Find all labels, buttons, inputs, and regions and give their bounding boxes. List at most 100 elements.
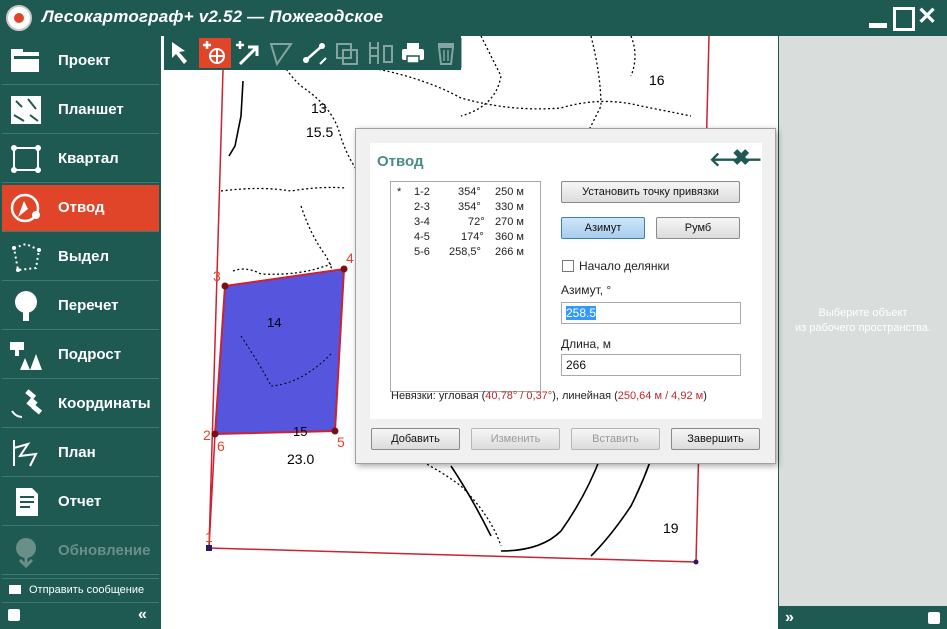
vertex-label: 2 [203, 427, 211, 443]
segment-length: 266 м [495, 246, 524, 258]
map-label: 15 [293, 424, 308, 439]
dialog-close-icon[interactable]: ✖ [732, 145, 750, 171]
closure-errors: Невязки: угловая (40,78° / 0,37°), линей… [391, 390, 707, 402]
list-item[interactable]: 5-6 258,5° 266 м [391, 246, 540, 260]
map-label: 13 [311, 100, 327, 116]
add-point-icon [203, 41, 225, 64]
copy-tool-button[interactable] [331, 38, 363, 68]
segment-azimuth: 354° [458, 201, 481, 213]
right-panel-footer: » [779, 606, 947, 629]
map-label: 15.5 [306, 124, 334, 140]
vertex-label: 3 [213, 268, 221, 284]
sidebar-item-undergrowth[interactable]: Подрост [2, 332, 159, 379]
app-window: Лесокартограф+ v2.52 — Пожегодское ✕ Про… [0, 0, 947, 629]
segment-length: 270 м [495, 216, 524, 228]
map-label: 23.0 [287, 451, 315, 467]
azimuth-input[interactable]: 258.5 [561, 302, 741, 324]
tree-icon [15, 291, 37, 321]
sidebar-item-label: Перечет [58, 297, 119, 314]
add-point-tool-button[interactable] [199, 38, 231, 68]
print-tool-button[interactable] [397, 38, 429, 68]
segment-id: 2-3 [414, 201, 430, 213]
dialog-title: Отвод [377, 153, 424, 170]
set-anchor-point-button[interactable]: Установить точку привязки [561, 181, 740, 203]
list-item[interactable]: 2-3 354° 330 м [391, 201, 540, 215]
maximize-button[interactable] [891, 5, 915, 31]
select-tool-button[interactable] [166, 38, 198, 68]
minimize-button[interactable] [866, 5, 890, 31]
app-logo-icon [6, 5, 32, 31]
sidebar-item-report[interactable]: Отчет [2, 479, 159, 526]
closure-text: ) [703, 390, 707, 402]
close-window-button[interactable]: ✕ [915, 5, 939, 31]
segment-azimuth: 72° [468, 216, 485, 228]
send-message-link[interactable]: Отправить сообщение [2, 578, 159, 600]
angle-icon [269, 43, 293, 67]
segment-id: 4-5 [414, 231, 430, 243]
segment-azimuth: 174° [461, 231, 484, 243]
sidebar-item-stand[interactable]: Выдел [2, 234, 159, 281]
sidebar-item-count[interactable]: Перечет [2, 283, 159, 330]
map-label: 19 [663, 520, 679, 536]
start-parcel-checkbox[interactable] [562, 260, 574, 272]
list-item[interactable]: 3-4 72° 270 м [391, 216, 540, 230]
add-arrow-icon [236, 41, 259, 66]
sidebar-item-coordinates[interactable]: Координаты [2, 381, 159, 428]
sidebar-item-label: Проект [58, 52, 111, 69]
quarter-icon [11, 145, 41, 173]
add-direction-tool-button[interactable] [232, 38, 264, 68]
segment-length: 360 м [495, 231, 524, 243]
start-parcel-label: Начало делянки [579, 259, 670, 273]
segment-id: 3-4 [414, 216, 430, 228]
expand-right-panel-button[interactable]: » [785, 609, 794, 627]
azimuth-mode-button[interactable]: Азимут [561, 217, 645, 239]
segment-id: 5-6 [414, 246, 430, 258]
add-button[interactable]: Добавить [371, 428, 460, 450]
sidebar-item-label: План [58, 444, 96, 461]
sidebar-item-label: Выдел [58, 248, 110, 265]
status-square-icon [928, 612, 940, 624]
sidebar-item-project[interactable]: Проект [2, 38, 159, 85]
sidebar-item-sheet[interactable]: Планшет [2, 87, 159, 134]
envelope-icon [9, 585, 21, 594]
print-icon [402, 43, 424, 64]
map-toolbar [164, 36, 462, 70]
edit-button[interactable]: Изменить [471, 428, 560, 450]
vertex-label: 5 [337, 434, 345, 450]
length-input[interactable]: 266 [561, 354, 741, 376]
segment-id: 1-2 [414, 186, 430, 198]
delete-tool-button[interactable] [430, 38, 462, 68]
azimuth-label: Азимут, ° [561, 283, 612, 297]
sidebar-item-allotment[interactable]: Отвод [2, 185, 159, 232]
hint-line: из рабочего пространства. [795, 322, 931, 334]
insert-button[interactable]: Вставить [571, 428, 660, 450]
allotment-dialog: Отвод 🡐 ✖ * 1-2 354° 250 м 2-3 354° 330 … [355, 128, 776, 464]
hint-line: Выберите объект [818, 307, 908, 319]
angular-closure-value: 40,78° / 0,37° [485, 390, 553, 402]
parcel-tool-button[interactable] [364, 38, 396, 68]
report-icon [16, 488, 38, 516]
sidebar-item-label: Отчет [58, 493, 102, 510]
angle-tool-button[interactable] [265, 38, 297, 68]
measure-tool-button[interactable] [298, 38, 330, 68]
collapse-sidebar-button[interactable]: « [138, 606, 147, 624]
sidebar-item-quarter[interactable]: Квартал [2, 136, 159, 183]
vertex-label: 1 [205, 529, 213, 545]
parcel-icon [369, 42, 393, 64]
plan-icon [13, 440, 38, 467]
compass-icon [10, 193, 40, 223]
map-label: 14 [267, 315, 282, 330]
segments-list[interactable]: * 1-2 354° 250 м 2-3 354° 330 м 3-4 72° … [390, 181, 541, 392]
sidebar-item-label: Отвод [58, 199, 105, 216]
right-panel-hint: Выберите объект из рабочего пространства… [779, 306, 947, 336]
polygon-icon [12, 242, 41, 272]
finish-button[interactable]: Завершить [671, 428, 760, 450]
satellite-icon [11, 389, 43, 418]
length-label: Длина, м [561, 337, 612, 351]
list-item[interactable]: 4-5 174° 360 м [391, 231, 540, 245]
rumb-mode-button[interactable]: Румб [656, 217, 740, 239]
arrow-cursor-icon [172, 42, 187, 64]
list-item[interactable]: * 1-2 354° 250 м [391, 186, 540, 200]
sidebar: Проект Планшет Квартал Отвод Выдел Переч… [0, 36, 160, 629]
sidebar-item-plan[interactable]: План [2, 430, 159, 477]
